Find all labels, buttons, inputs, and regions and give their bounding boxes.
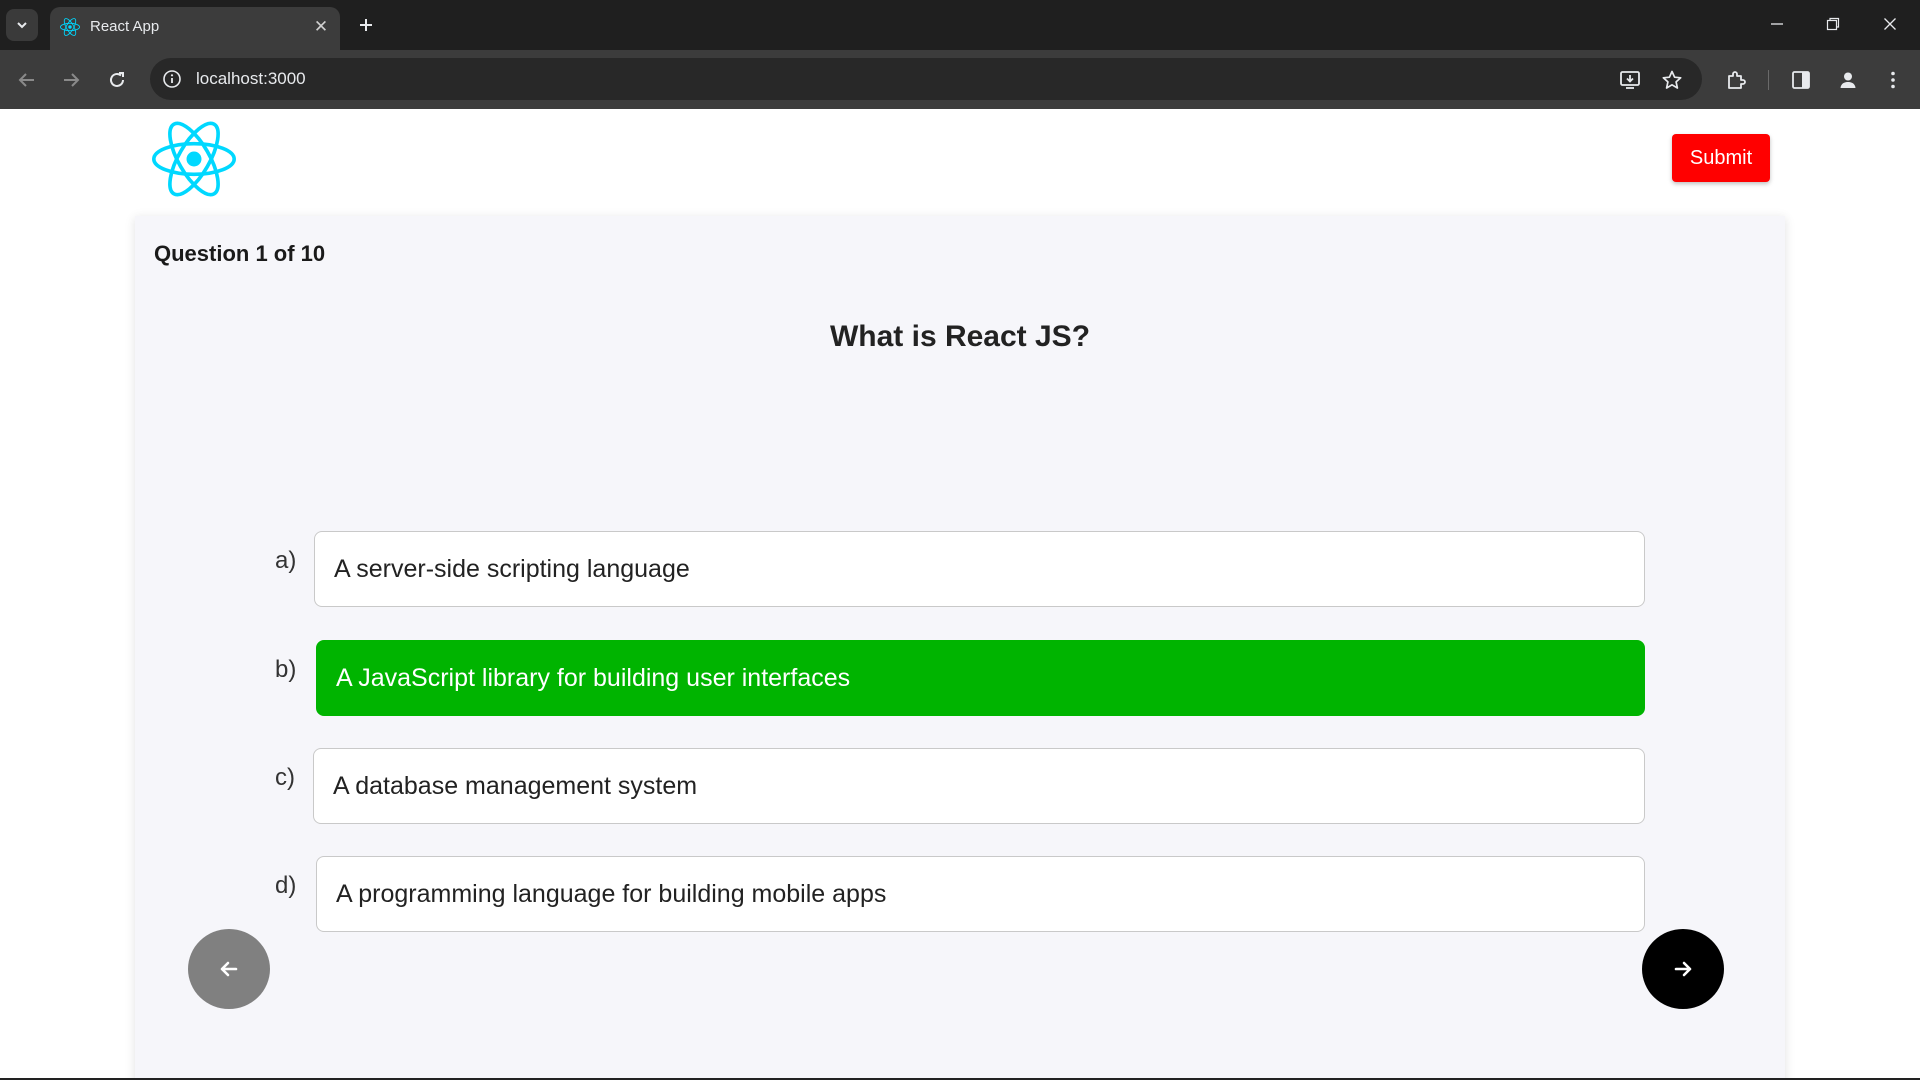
- extensions-button[interactable]: [1723, 67, 1749, 93]
- restore-icon: [1826, 17, 1840, 31]
- quiz-card: Question 1 of 10 What is React JS? a) A …: [135, 216, 1785, 1080]
- chevron-down-icon: [17, 22, 27, 29]
- tab-close-icon[interactable]: ✕: [312, 18, 330, 36]
- option-a-letter: a): [275, 547, 297, 574]
- close-window-button[interactable]: [1878, 12, 1902, 36]
- restore-button[interactable]: [1821, 12, 1845, 36]
- question-counter: Question 1 of 10: [154, 241, 326, 266]
- question-title: What is React JS?: [829, 320, 1091, 353]
- side-panel-button[interactable]: [1788, 67, 1814, 93]
- arrow-right-icon: [1674, 961, 1692, 977]
- address-bar[interactable]: localhost:3000: [150, 58, 1702, 100]
- option-b[interactable]: A JavaScript library for building user i…: [316, 640, 1645, 716]
- install-icon: [1620, 71, 1640, 89]
- minimize-icon: [1771, 23, 1783, 25]
- page-content: Submit Question 1 of 10 What is React JS…: [0, 109, 1920, 1080]
- puzzle-icon: [1728, 71, 1746, 89]
- close-icon: [1884, 18, 1896, 30]
- menu-button[interactable]: [1880, 67, 1906, 93]
- plus-icon: [360, 19, 372, 31]
- reload-icon: [110, 72, 124, 87]
- next-question-button[interactable]: [1642, 929, 1724, 1009]
- react-logo-icon: [152, 121, 236, 197]
- forward-button[interactable]: [58, 67, 84, 93]
- kebab-menu-icon: [1891, 71, 1895, 89]
- react-favicon-icon: [60, 18, 80, 36]
- toolbar-separator: [1768, 70, 1769, 90]
- option-b-text: A JavaScript library for building user i…: [336, 663, 851, 692]
- option-d[interactable]: A programming language for building mobi…: [316, 856, 1645, 932]
- tab-search-button[interactable]: [6, 9, 38, 41]
- bookmark-button[interactable]: [1660, 68, 1684, 92]
- install-app-button[interactable]: [1618, 68, 1642, 92]
- star-icon: [1662, 70, 1682, 89]
- new-tab-button[interactable]: [352, 11, 380, 39]
- browser-tab-bar: React App ✕: [0, 0, 1920, 50]
- option-d-text: A programming language for building mobi…: [336, 879, 887, 908]
- reload-button[interactable]: [104, 67, 130, 93]
- url-text[interactable]: localhost:3000: [196, 69, 306, 89]
- browser-toolbar: localhost:3000: [0, 50, 1920, 109]
- site-info-icon[interactable]: [162, 69, 182, 89]
- arrow-forward-icon: [64, 73, 80, 87]
- option-d-letter: d): [275, 872, 297, 899]
- back-button[interactable]: [14, 67, 40, 93]
- option-b-letter: b): [275, 656, 297, 683]
- submit-button[interactable]: Submit: [1672, 134, 1770, 182]
- option-a-text: A server-side scripting language: [334, 554, 690, 583]
- arrow-left-icon: [220, 961, 238, 977]
- option-c-text: A database management system: [333, 771, 698, 800]
- minimize-button[interactable]: [1765, 12, 1789, 36]
- profile-icon: [1840, 72, 1856, 88]
- arrow-back-icon: [18, 73, 34, 87]
- browser-tab[interactable]: React App ✕: [50, 7, 340, 50]
- previous-question-button[interactable]: [188, 929, 270, 1009]
- option-c-letter: c): [275, 764, 295, 791]
- option-a[interactable]: A server-side scripting language: [314, 531, 1645, 607]
- side-panel-icon: [1792, 71, 1810, 89]
- option-c[interactable]: A database management system: [313, 748, 1645, 824]
- tab-title: React App: [90, 18, 160, 35]
- profile-button[interactable]: [1835, 67, 1861, 93]
